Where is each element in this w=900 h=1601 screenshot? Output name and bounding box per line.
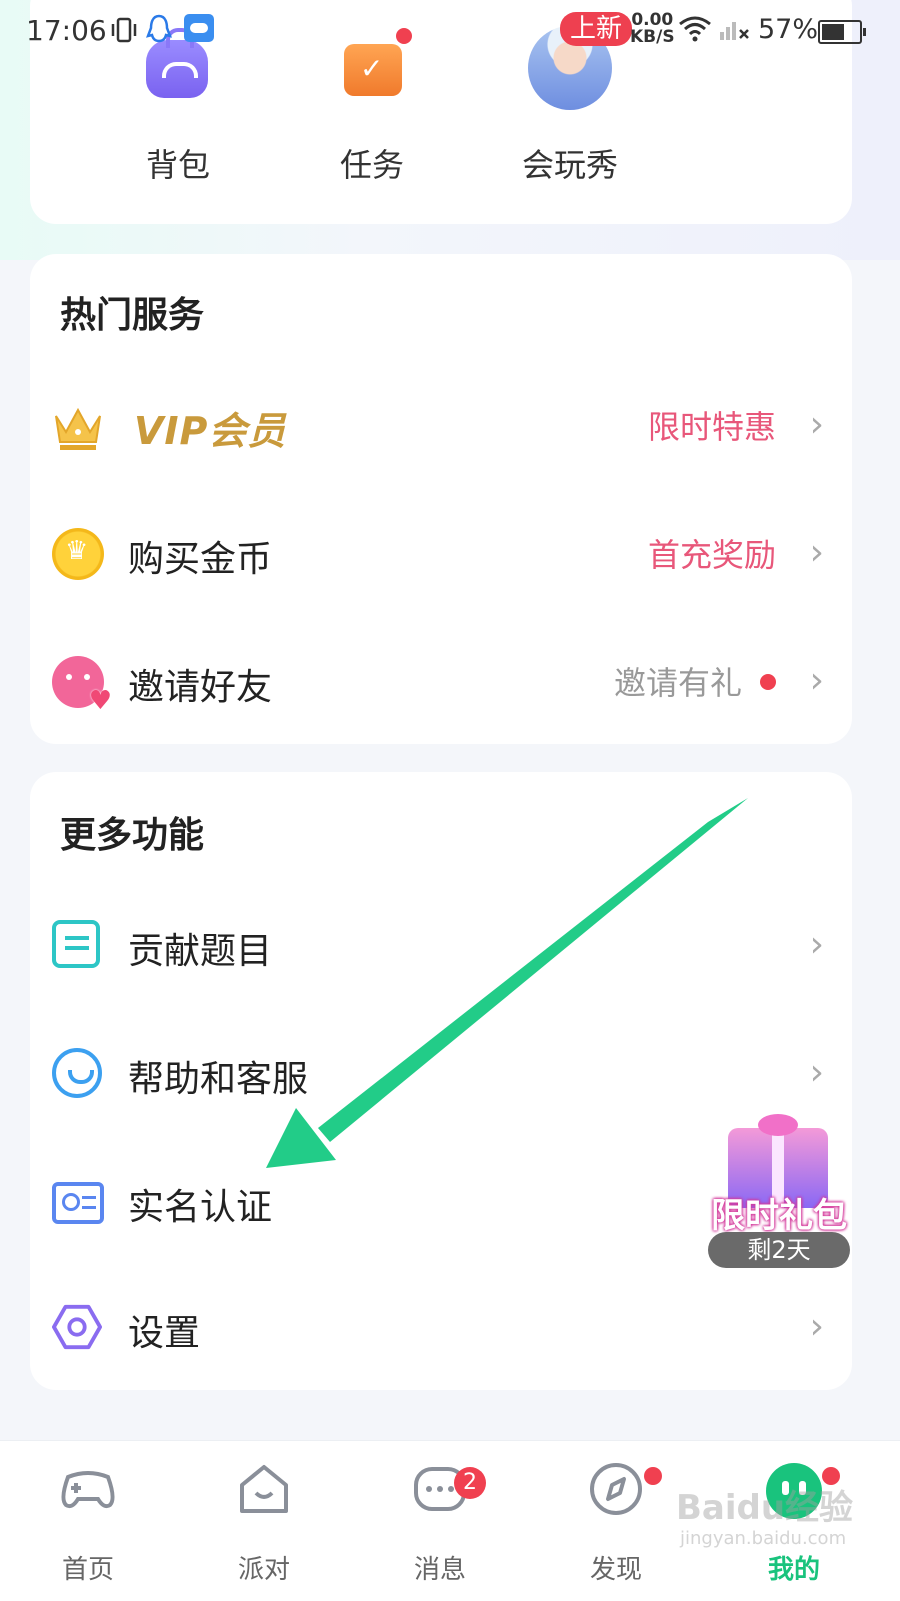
crown-icon [55,407,101,450]
battery-icon [818,20,866,44]
chevron-right-icon: › [809,404,824,445]
row-label: 邀请好友 [128,667,273,708]
nav-label: 派对 [237,1555,290,1585]
section-title: 更多功能 [60,815,205,856]
signal-icon [720,22,749,40]
battery-percent: 57% [758,14,819,45]
network-speed: 0.00 KB/S [630,12,675,46]
row-label: 购买金币 [128,539,273,580]
quick-action-label: 会玩秀 [521,146,618,184]
vip-label: VIP会员 [134,409,287,453]
row-extra-text: 限时特惠 [647,408,776,446]
qq-icon [146,14,172,43]
row-label: 实名认证 [128,1187,273,1228]
gear-icon [52,1304,102,1350]
vibrate-icon [111,17,137,43]
status-time: 17:06 [26,14,107,47]
row-label: 帮助和客服 [128,1059,309,1100]
row-help-support[interactable]: 帮助和客服 › [30,1014,852,1134]
nav-label: 我的 [767,1555,820,1585]
row-buy-coins[interactable]: 购买金币 首充奖励 › [30,494,852,614]
status-bar: 17:06 上新 0.00 KB/S 57% [0,0,900,62]
section-title: 热门服务 [60,295,205,336]
row-settings[interactable]: 设置 › [30,1268,852,1388]
chat-icon [52,1048,102,1098]
message-count-badge: 2 [454,1467,486,1499]
chevron-right-icon: › [809,532,824,573]
chevron-right-icon: › [809,1306,824,1347]
hot-services-card: 热门服务 VIP会员 限时特惠 › 购买金币 首充奖励 › 邀请好友 邀请有礼 … [30,254,852,744]
coin-icon [52,528,104,580]
chevron-right-icon: › [809,660,824,701]
row-contribute-questions[interactable]: 贡献题目 › [30,886,852,1006]
document-icon [52,920,100,968]
baidu-watermark-url: jingyan.baidu.com [680,1528,847,1549]
smile-heart-icon [52,656,112,716]
nav-label: 首页 [61,1555,114,1585]
gamepad-icon [61,1471,115,1509]
more-features-card: 更多功能 贡献题目 › 帮助和客服 › 实名认证 设置 › [30,772,852,1390]
wifi-icon [679,16,711,42]
row-label: 贡献题目 [128,931,273,972]
row-extra-text: 邀请有礼 [613,664,742,702]
quick-action-label: 任务 [339,146,404,184]
baidu-watermark: Baidu经验 [676,1488,854,1528]
chevron-right-icon: › [809,924,824,965]
notification-dot [644,1467,662,1485]
id-card-icon [52,1182,104,1224]
gift-remaining: 剩2天 [708,1232,850,1268]
cloud-icon [184,14,214,42]
house-smile-icon [240,1465,288,1513]
row-label: 设置 [128,1313,201,1354]
row-extra-text: 首充奖励 [647,536,776,574]
nav-label: 发现 [589,1555,642,1585]
nav-label: 消息 [413,1555,466,1585]
speed-unit: KB/S [630,27,675,47]
notification-dot [760,674,776,690]
chevron-right-icon: › [809,1052,824,1093]
row-vip[interactable]: VIP会员 限时特惠 › [30,366,852,486]
row-invite-friends[interactable]: 邀请好友 邀请有礼 › [30,622,852,742]
quick-action-label: 背包 [145,146,210,184]
compass-icon [590,1463,642,1515]
limited-gift-pack[interactable]: 限时礼包 剩2天 [706,1114,852,1268]
new-badge: 上新 [560,12,633,46]
gift-title: 限时礼包 [711,1196,847,1236]
